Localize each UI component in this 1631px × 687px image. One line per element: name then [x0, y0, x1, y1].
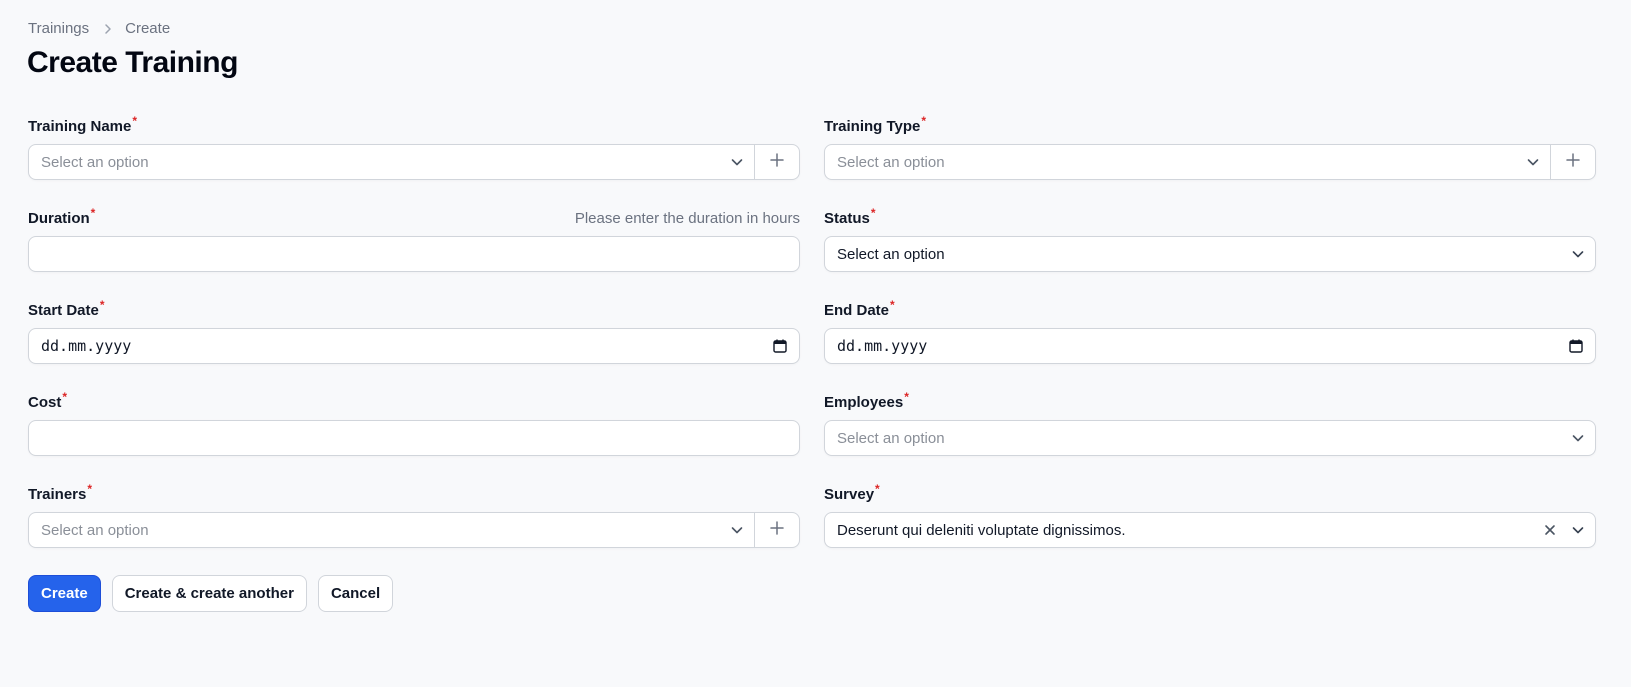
add-training-name-button[interactable]: [754, 145, 799, 179]
training-name-field: Training Name* Select an option: [28, 114, 800, 180]
survey-value: Deserunt qui deleniti voluptate dignissi…: [837, 521, 1126, 539]
breadcrumb-item-trainings[interactable]: Trainings: [28, 20, 89, 37]
employees-select[interactable]: Select an option: [824, 420, 1596, 456]
required-marker: *: [99, 298, 105, 312]
status-select[interactable]: Select an option: [824, 236, 1596, 272]
training-name-select[interactable]: Select an option: [28, 144, 800, 180]
employees-label: Employees*: [824, 390, 909, 411]
end-date-input[interactable]: dd.mm.yyyy: [824, 328, 1596, 364]
training-type-field: Training Type* Select an option: [824, 114, 1596, 180]
duration-input[interactable]: [28, 236, 800, 272]
training-name-placeholder: Select an option: [41, 153, 149, 171]
duration-hint: Please enter the duration in hours: [574, 210, 800, 227]
end-date-value: dd.mm.yyyy: [837, 337, 928, 355]
chevron-down-icon[interactable]: [1561, 513, 1595, 547]
plus-icon: [769, 520, 785, 541]
survey-label: Survey*: [824, 482, 880, 503]
form-actions: Create Create & create another Cancel: [28, 575, 394, 612]
start-date-label: Start Date*: [28, 298, 105, 319]
breadcrumb: Trainings Create: [28, 20, 170, 37]
duration-label: Duration*: [28, 206, 96, 227]
required-marker: *: [875, 482, 880, 496]
add-trainer-button[interactable]: [754, 513, 799, 547]
add-training-type-button[interactable]: [1550, 145, 1595, 179]
chevron-down-icon[interactable]: [720, 145, 754, 179]
training-type-label: Training Type*: [824, 114, 927, 135]
start-date-value: dd.mm.yyyy: [41, 337, 132, 355]
chevron-down-icon[interactable]: [1561, 237, 1595, 271]
trainers-select[interactable]: Select an option: [28, 512, 800, 548]
status-field: Status* Select an option: [824, 206, 1596, 272]
chevron-down-icon[interactable]: [720, 513, 754, 547]
chevron-down-icon[interactable]: [1561, 421, 1595, 455]
status-label: Status*: [824, 206, 876, 227]
plus-icon: [1565, 152, 1581, 173]
training-type-select[interactable]: Select an option: [824, 144, 1596, 180]
employees-placeholder: Select an option: [837, 429, 945, 447]
employees-field: Employees* Select an option: [824, 390, 1596, 456]
breadcrumb-item-create: Create: [125, 20, 171, 37]
required-marker: *: [62, 390, 68, 404]
training-name-label: Training Name*: [28, 114, 138, 135]
chevron-right-icon: [101, 22, 115, 36]
cancel-button[interactable]: Cancel: [317, 575, 394, 612]
survey-select[interactable]: Deserunt qui deleniti voluptate dignissi…: [824, 512, 1596, 548]
end-date-label: End Date*: [824, 298, 895, 319]
end-date-field: End Date* dd.mm.yyyy: [824, 298, 1596, 364]
cost-label: Cost*: [28, 390, 68, 411]
close-icon[interactable]: [1539, 513, 1561, 547]
chevron-down-icon[interactable]: [1516, 145, 1550, 179]
survey-field: Survey* Deserunt qui deleniti voluptate …: [824, 482, 1596, 548]
required-marker: *: [132, 114, 138, 128]
required-marker: *: [904, 390, 909, 404]
required-marker: *: [890, 298, 895, 312]
start-date-field: Start Date* dd.mm.yyyy: [28, 298, 800, 364]
calendar-icon[interactable]: [761, 329, 799, 363]
required-marker: *: [921, 114, 927, 128]
cost-field: Cost*: [28, 390, 800, 456]
start-date-input[interactable]: dd.mm.yyyy: [28, 328, 800, 364]
page-title: Create Training: [27, 46, 238, 79]
training-type-placeholder: Select an option: [837, 153, 945, 171]
calendar-icon[interactable]: [1557, 329, 1595, 363]
trainers-placeholder: Select an option: [41, 521, 149, 539]
duration-field: Duration* Please enter the duration in h…: [28, 206, 800, 272]
create-button[interactable]: Create: [28, 575, 101, 612]
cost-input[interactable]: [28, 420, 800, 456]
trainers-field: Trainers* Select an option: [28, 482, 800, 548]
create-another-button[interactable]: Create & create another: [111, 575, 307, 612]
plus-icon: [769, 152, 785, 173]
required-marker: *: [870, 206, 876, 220]
required-marker: *: [90, 206, 96, 220]
trainers-label: Trainers*: [28, 482, 93, 503]
status-value: Select an option: [837, 245, 945, 263]
required-marker: *: [87, 482, 93, 496]
